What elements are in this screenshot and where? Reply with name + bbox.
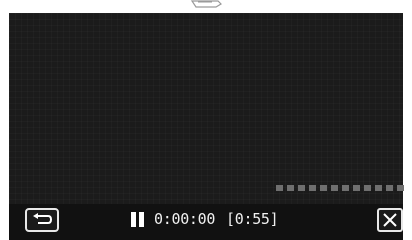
- progress-segment: [353, 185, 360, 191]
- pause-bar-left: [131, 212, 136, 227]
- pause-bar-right: [139, 212, 144, 227]
- elapsed-time: 0:00:00: [154, 210, 216, 228]
- cropped-illustration-fragment: [190, 0, 222, 8]
- close-button[interactable]: [377, 208, 403, 232]
- close-x-icon: [383, 213, 397, 227]
- return-arrow-icon: [33, 213, 53, 224]
- progress-segment: [287, 185, 294, 191]
- progress-segment: [375, 185, 382, 191]
- progress-segment: [397, 185, 404, 191]
- progress-segment: [364, 185, 371, 191]
- progress-segment: [331, 185, 338, 191]
- progress-segment: [342, 185, 349, 191]
- playback-progress-indicator: [276, 185, 404, 191]
- progress-segment: [309, 185, 316, 191]
- progress-segment: [276, 185, 283, 191]
- progress-segment: [298, 185, 305, 191]
- back-button[interactable]: [25, 208, 59, 232]
- progress-segment: [320, 185, 327, 191]
- pause-button[interactable]: [131, 212, 144, 227]
- progress-segment: [386, 185, 393, 191]
- remaining-time: [0:55]: [226, 210, 279, 228]
- top-margin: [0, 0, 412, 13]
